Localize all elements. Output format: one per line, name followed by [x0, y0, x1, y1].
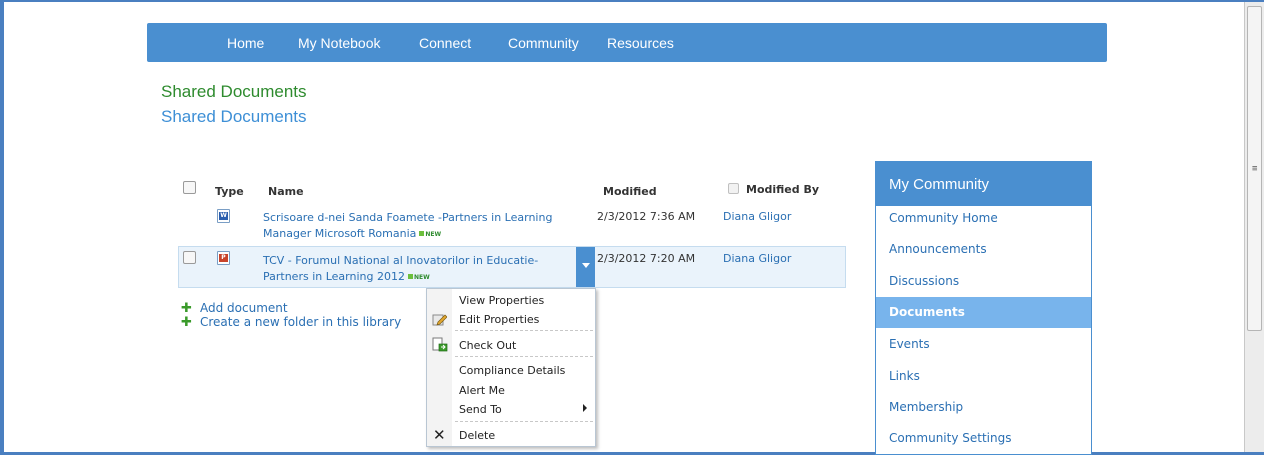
- sidebar-item-community-home[interactable]: Community Home: [876, 211, 1091, 242]
- add-plus-icon: ✚: [181, 301, 192, 316]
- my-community-panel: My Community Community Home Announcement…: [875, 161, 1092, 455]
- menu-edit-properties[interactable]: Edit Properties: [459, 313, 539, 326]
- document-name-line-1[interactable]: TCV - Forumul National al Inovatorilor i…: [263, 253, 575, 269]
- panel-title: My Community: [876, 162, 1091, 206]
- nav-home[interactable]: Home: [227, 35, 264, 51]
- sidebar-item-events[interactable]: Events: [876, 337, 1091, 368]
- sidebar-item-membership[interactable]: Membership: [876, 400, 1091, 431]
- vertical-scrollbar[interactable]: ≡: [1244, 2, 1264, 452]
- scrollbar-grip-icon: ≡: [1252, 164, 1258, 174]
- menu-compliance-details[interactable]: Compliance Details: [459, 364, 565, 377]
- folder-plus-icon: ✚: [181, 315, 192, 330]
- new-badge: NEW: [408, 270, 430, 286]
- row-modified-by-link[interactable]: Diana Gligor: [723, 210, 791, 223]
- sidebar-item-community-settings[interactable]: Community Settings: [876, 431, 1091, 462]
- menu-view-properties[interactable]: View Properties: [459, 294, 544, 307]
- sidebar-item-announcements[interactable]: Announcements: [876, 242, 1091, 273]
- document-name-text: Manager Microsoft Romania: [263, 227, 417, 240]
- document-name-line-1[interactable]: Scrisoare d-nei Sanda Foamete -Partners …: [263, 210, 583, 226]
- table-row[interactable]: Scrisoare d-nei Sanda Foamete -Partners …: [263, 210, 583, 243]
- menu-alert-me[interactable]: Alert Me: [459, 384, 505, 397]
- column-header-modified[interactable]: Modified: [603, 185, 657, 198]
- row-modified-by-link[interactable]: Diana Gligor: [723, 252, 791, 265]
- new-folder-link[interactable]: Create a new folder in this library: [200, 315, 401, 329]
- document-name-text: Partners in Learning 2012: [263, 270, 405, 283]
- menu-check-out[interactable]: Check Out: [459, 339, 516, 352]
- new-badge: NEW: [419, 227, 441, 243]
- window-frame-left: [0, 0, 4, 455]
- add-document-link[interactable]: Add document: [200, 301, 288, 315]
- page-title[interactable]: Shared Documents: [161, 82, 307, 102]
- nav-resources[interactable]: Resources: [607, 35, 674, 51]
- column-header-modified-by[interactable]: Modified By: [746, 183, 819, 196]
- sidebar-item-links[interactable]: Links: [876, 369, 1091, 400]
- select-all-checkbox[interactable]: [183, 181, 196, 194]
- document-name-line-2[interactable]: Manager Microsoft Romania NEW: [263, 226, 583, 243]
- item-menu-dropdown-button[interactable]: [576, 247, 595, 287]
- nav-community[interactable]: Community: [508, 35, 579, 51]
- menu-separator: [455, 356, 593, 357]
- page-subtitle[interactable]: Shared Documents: [161, 107, 307, 127]
- nav-connect[interactable]: Connect: [419, 35, 471, 51]
- document-name-line-2[interactable]: Partners in Learning 2012 NEW: [263, 269, 575, 286]
- menu-separator: [455, 421, 593, 422]
- scrollbar-thumb[interactable]: ≡: [1247, 6, 1262, 331]
- row-modified-date: 2/3/2012 7:36 AM: [597, 210, 696, 223]
- word-doc-icon: W: [217, 209, 230, 223]
- menu-separator: [455, 330, 593, 331]
- modified-by-filter-checkbox[interactable]: [728, 183, 739, 194]
- item-context-menu: View Properties Edit Properties Check Ou…: [426, 288, 596, 447]
- nav-my-notebook[interactable]: My Notebook: [298, 35, 380, 51]
- row-modified-date: 2/3/2012 7:20 AM: [597, 252, 696, 265]
- top-navigation-bar: Home My Notebook Connect Community Resou…: [147, 23, 1107, 62]
- delete-x-icon: ✕: [433, 426, 446, 444]
- sidebar-item-documents[interactable]: Documents: [876, 297, 1091, 328]
- submenu-arrow-icon: [583, 404, 587, 412]
- menu-delete[interactable]: Delete: [459, 429, 495, 442]
- table-row[interactable]: TCV - Forumul National al Inovatorilor i…: [263, 253, 575, 286]
- column-header-name[interactable]: Name: [268, 185, 304, 198]
- check-out-icon: [432, 337, 448, 352]
- row-checkbox[interactable]: [183, 251, 196, 264]
- window-frame-top: [0, 0, 1264, 2]
- edit-properties-icon: [432, 314, 447, 326]
- powerpoint-doc-icon: P: [217, 251, 230, 265]
- menu-send-to[interactable]: Send To: [459, 403, 502, 416]
- column-header-type[interactable]: Type: [215, 185, 244, 198]
